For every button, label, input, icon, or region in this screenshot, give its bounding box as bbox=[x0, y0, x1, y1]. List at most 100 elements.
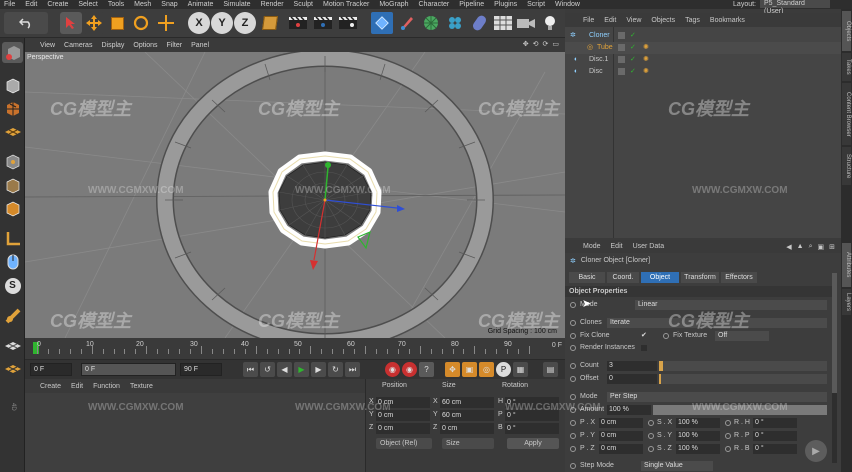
tab-transform[interactable]: Transform bbox=[681, 272, 719, 283]
3d-viewport[interactable]: Perspective Grid Spacing : 100 cm bbox=[25, 52, 565, 338]
material-menu-edit[interactable]: Edit bbox=[71, 383, 83, 390]
enabled-check-icon[interactable]: ✓ bbox=[630, 30, 636, 42]
phong-tag-icon[interactable]: ✺ bbox=[643, 66, 649, 78]
menu-sculpt[interactable]: Sculpt bbox=[294, 1, 313, 8]
floor-icon[interactable] bbox=[492, 12, 514, 34]
material-menu-texture[interactable]: Texture bbox=[130, 383, 153, 390]
menu-snap[interactable]: Snap bbox=[161, 1, 177, 8]
scale-x-field[interactable]: 100 % bbox=[676, 418, 720, 428]
viewport-rotate-icon[interactable]: ⟳ bbox=[543, 40, 549, 48]
attr-scrollbar[interactable] bbox=[832, 273, 837, 463]
coord-size-select[interactable]: Size bbox=[442, 438, 494, 449]
menu-pipeline[interactable]: Pipeline bbox=[459, 1, 484, 8]
animation-dot[interactable] bbox=[725, 420, 731, 426]
layer-icon[interactable] bbox=[618, 68, 625, 75]
menu-file[interactable]: File bbox=[4, 1, 15, 8]
edges-mode-icon[interactable] bbox=[2, 175, 23, 196]
om-menu-edit[interactable]: Edit bbox=[604, 17, 616, 24]
layer-icon[interactable] bbox=[618, 44, 625, 51]
y-axis-icon[interactable]: Y bbox=[211, 12, 233, 34]
model-mode-icon[interactable] bbox=[2, 75, 23, 96]
viewport-menu-display[interactable]: Display bbox=[101, 42, 124, 49]
polygons-mode-icon[interactable] bbox=[2, 198, 23, 219]
new-panel-icon[interactable]: ⊞ bbox=[829, 243, 835, 251]
clones-select[interactable]: Iterate bbox=[607, 318, 827, 328]
size-x-field[interactable]: 60 cm bbox=[440, 397, 494, 408]
light-icon[interactable] bbox=[539, 12, 561, 34]
rotation-b-field[interactable]: 0 ° bbox=[505, 423, 559, 434]
attr-menu-mode[interactable]: Mode bbox=[583, 243, 601, 250]
axis-mode-icon[interactable] bbox=[2, 228, 23, 249]
search-icon[interactable]: ⌕ bbox=[809, 243, 813, 251]
menu-select[interactable]: Select bbox=[78, 1, 97, 8]
animation-dot[interactable] bbox=[570, 333, 576, 339]
autokey-icon[interactable]: ◉ bbox=[402, 362, 417, 377]
tab-layers-vertical[interactable]: Layers bbox=[842, 289, 851, 315]
tab-coord[interactable]: Coord. bbox=[607, 272, 639, 283]
tab-basic[interactable]: Basic bbox=[569, 272, 605, 283]
tab-structure-vertical[interactable]: Structure bbox=[842, 147, 851, 185]
tab-takes-vertical[interactable]: Takes bbox=[842, 53, 851, 81]
texture-mode-icon[interactable] bbox=[2, 98, 23, 119]
count-slider[interactable] bbox=[659, 361, 827, 371]
layer-icon[interactable] bbox=[618, 32, 625, 39]
animation-dot[interactable] bbox=[570, 376, 576, 382]
grid-icon[interactable] bbox=[2, 358, 23, 379]
size-y-field[interactable]: 60 cm bbox=[440, 410, 494, 421]
rotation-b-offset-field[interactable]: 0 ° bbox=[753, 444, 797, 454]
render-view-icon[interactable] bbox=[287, 12, 309, 34]
play-overlay-icon[interactable]: ▶ bbox=[805, 440, 827, 462]
menu-script[interactable]: Script bbox=[527, 1, 545, 8]
prev-key-icon[interactable]: ↺ bbox=[260, 362, 275, 377]
timeline[interactable]: 0 10 20 30 40 50 60 70 80 90 0 F bbox=[25, 338, 565, 359]
locked-workplane-icon[interactable] bbox=[2, 305, 23, 326]
position-z-offset-field[interactable]: 0 cm bbox=[599, 444, 643, 454]
menu-character[interactable]: Character bbox=[419, 1, 450, 8]
pen-spline-icon[interactable] bbox=[396, 12, 418, 34]
animation-dot[interactable] bbox=[570, 446, 576, 452]
camera-icon[interactable] bbox=[515, 12, 537, 34]
viewport-camera-label[interactable]: Perspective bbox=[27, 54, 64, 61]
coord-mode-select[interactable]: Object (Rel) bbox=[376, 438, 432, 449]
menu-window[interactable]: Window bbox=[555, 1, 580, 8]
cube-primitive-icon[interactable] bbox=[371, 12, 393, 34]
animation-dot[interactable] bbox=[570, 345, 576, 351]
size-z-field[interactable]: 0 cm bbox=[440, 423, 494, 434]
phong-tag-icon[interactable]: ✺ bbox=[643, 54, 649, 66]
position-x-field[interactable]: 0 cm bbox=[376, 397, 430, 408]
end-frame-field[interactable]: 90 F bbox=[180, 363, 222, 376]
menu-render[interactable]: Render bbox=[261, 1, 284, 8]
next-key-icon[interactable]: ↻ bbox=[328, 362, 343, 377]
animation-dot[interactable] bbox=[648, 433, 654, 439]
workplane-icon[interactable] bbox=[2, 121, 23, 142]
menu-mograph[interactable]: MoGraph bbox=[379, 1, 408, 8]
play-icon[interactable]: ▶ bbox=[294, 362, 309, 377]
menu-animate[interactable]: Animate bbox=[188, 1, 214, 8]
key-scale-icon[interactable]: ▣ bbox=[462, 362, 477, 377]
layout-select[interactable]: P5_Standard (User) bbox=[760, 0, 830, 15]
scale-icon[interactable] bbox=[106, 12, 128, 34]
enabled-check-icon[interactable]: ✓ bbox=[630, 42, 636, 54]
prev-frame-icon[interactable]: ◀ bbox=[277, 362, 292, 377]
menu-plugins[interactable]: Plugins bbox=[494, 1, 517, 8]
preview-range-slider[interactable]: 0 F bbox=[81, 363, 176, 376]
animation-dot[interactable] bbox=[663, 333, 669, 339]
attr-menu-edit[interactable]: Edit bbox=[611, 243, 623, 250]
viewport-menu-filter[interactable]: Filter bbox=[167, 42, 183, 49]
tab-object[interactable]: Object bbox=[641, 272, 679, 283]
planar-workplane-icon[interactable] bbox=[2, 335, 23, 356]
up-arrow-icon[interactable]: ▲ bbox=[797, 243, 804, 251]
animation-dot[interactable] bbox=[648, 446, 654, 452]
menu-simulate[interactable]: Simulate bbox=[223, 1, 250, 8]
key-parameter-icon[interactable]: P bbox=[496, 362, 511, 377]
object-row-disc1[interactable]: ◐ Disc.1 ✓ ✺ bbox=[565, 54, 841, 66]
render-instances-checkbox[interactable] bbox=[641, 345, 647, 351]
attr-menu-user-data[interactable]: User Data bbox=[633, 243, 665, 250]
keyframe-selection-icon[interactable]: ? bbox=[419, 362, 434, 377]
key-pla-icon[interactable]: ▦ bbox=[513, 362, 528, 377]
scale-y-field[interactable]: 100 % bbox=[676, 431, 720, 441]
material-menu-create[interactable]: Create bbox=[40, 383, 61, 390]
enabled-check-icon[interactable]: ✓ bbox=[630, 54, 636, 66]
om-menu-bookmarks[interactable]: Bookmarks bbox=[710, 17, 745, 24]
transform-icon[interactable] bbox=[155, 12, 177, 34]
